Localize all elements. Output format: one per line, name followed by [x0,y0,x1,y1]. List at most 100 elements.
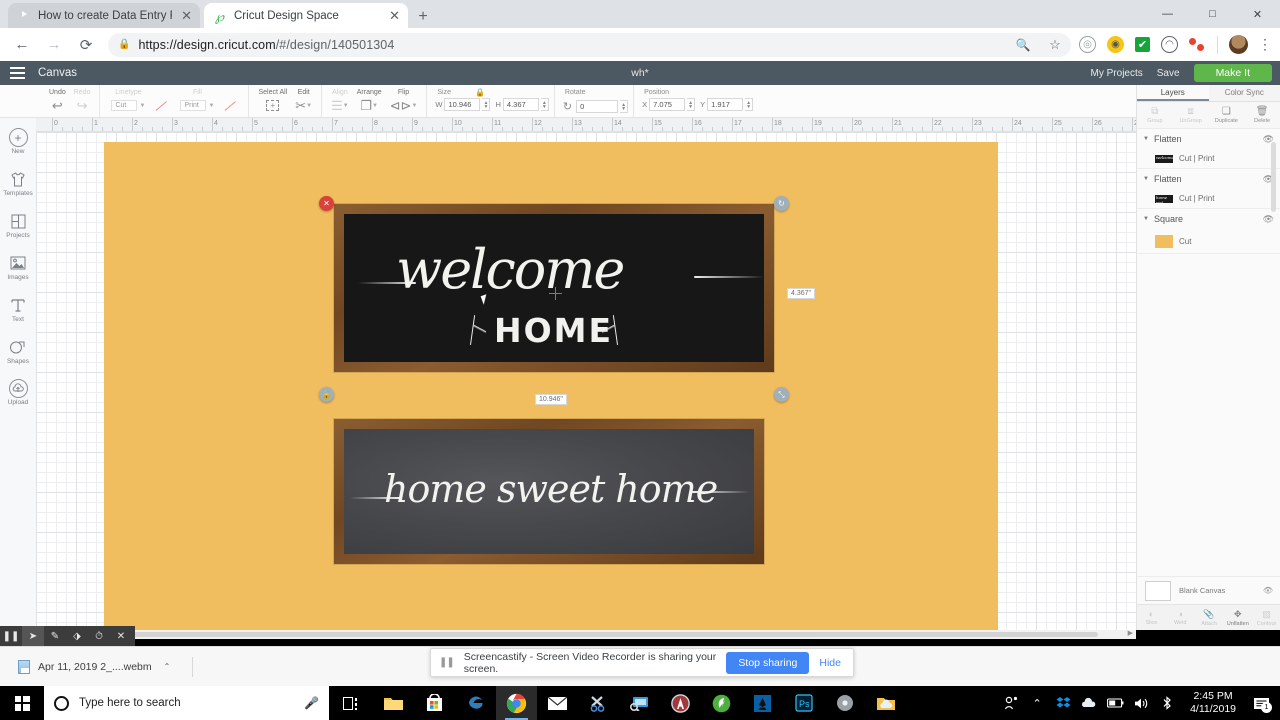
microsoft-store-icon[interactable] [414,686,455,720]
sidebar-item-shapes[interactable]: Shapes [0,323,36,365]
undo-button[interactable]: Undo ↩ [45,88,70,114]
fill-select[interactable]: Fill Print ▼ [174,88,220,114]
sidebar-item-projects[interactable]: Projects [0,197,36,239]
unflatten-button[interactable]: ✥ Unflatten [1223,605,1252,630]
chevron-up-icon[interactable]: ⌃ [164,662,171,671]
lock-handle[interactable]: 🔒 [319,387,334,402]
layer-group-header[interactable]: ▼ Square 👁 [1137,209,1280,229]
browser-tab-youtube[interactable]: How to create Data Entry Form in ✕ [8,3,200,28]
start-button[interactable] [0,686,44,720]
lock-aspect-icon[interactable]: 🔒 [475,88,485,97]
group-button[interactable]: ⧉ Group [1137,102,1173,128]
width-stepper[interactable]: ▲ ▼ [482,98,491,111]
eraser-button[interactable]: ⬗ [66,626,88,646]
reload-button[interactable]: ⟳ [70,30,102,60]
bluetooth-icon[interactable] [1154,686,1180,720]
sidebar-item-text[interactable]: Text [0,281,36,323]
sidebar-item-new[interactable]: + New [0,118,36,155]
extension-red-dots-icon[interactable] [1189,36,1206,53]
stop-sharing-button[interactable]: Stop sharing [726,651,810,674]
layer-group-header[interactable]: ▼ Flatten 👁 [1137,169,1280,189]
pen-button[interactable]: ✎ [44,626,66,646]
photoshop-icon[interactable]: Ps [783,686,824,720]
chevron-down-icon[interactable]: ▼ [1143,216,1149,222]
file-explorer-icon[interactable] [373,686,414,720]
address-bar[interactable]: 🔒 https://design.cricut.com/#/design/140… [108,32,1071,57]
eye-slash-icon[interactable]: 👁 [1263,586,1273,595]
layer-row[interactable]: welcome Cut | Print [1137,149,1280,168]
position-y-field[interactable]: Y 1.917 ▲ ▼ [700,98,754,111]
browser-tab-cricut[interactable]: ℘ Cricut Design Space ✕ [204,3,408,28]
battery-icon[interactable] [1102,686,1128,720]
star-icon[interactable]: ☆ [1045,35,1065,55]
arrange-button[interactable]: Arrange ❐ ▼ [353,88,386,114]
redo-button[interactable]: Redo ↪ [70,88,95,114]
delete-button[interactable]: 🗑 Delete [1244,102,1280,128]
scrollbar-thumb[interactable] [1271,142,1276,212]
duplicate-button[interactable]: ❏ Duplicate [1209,102,1245,128]
rotate-stepper[interactable]: ▲ ▼ [620,100,629,113]
extension-grey-icon[interactable]: ◎ [1079,36,1096,53]
layer-group-header[interactable]: ▼ Flatten 👁 [1137,129,1280,149]
cutting-mat[interactable]: welcome HOME ✕ ↻ 🔒 ⤡ 4.367" 10.946" home… [104,142,998,630]
save-button[interactable]: Save [1157,68,1180,79]
tab-color-sync[interactable]: Color Sync [1209,85,1280,101]
rotate-field[interactable]: 0 ▲ ▼ [576,100,629,113]
slice-button[interactable]: ◐ Slice [1137,605,1166,630]
chevron-down-icon[interactable]: ▼ [1143,176,1149,182]
dropbox-icon[interactable] [1050,686,1076,720]
mail-icon[interactable] [537,686,578,720]
forward-button[interactable]: → [38,30,70,60]
hide-button[interactable]: Hide [819,657,845,669]
onedrive-icon[interactable] [1076,686,1102,720]
task-view-button[interactable] [329,686,373,720]
weld-button[interactable]: ◑ Weld [1166,605,1195,630]
height-stepper[interactable]: ▲ ▼ [540,98,549,111]
blank-canvas-row[interactable]: Blank Canvas 👁 [1137,576,1280,604]
layer-row[interactable]: Cut [1137,229,1280,253]
extension-green-check-icon[interactable]: ✔ [1135,37,1150,52]
back-button[interactable]: ← [6,30,38,60]
position-y-stepper[interactable]: ▲ ▼ [745,98,754,111]
close-button[interactable]: ✕ [110,626,132,646]
attach-button[interactable]: 📎 Attach [1195,605,1224,630]
position-x-stepper[interactable]: ▲ ▼ [687,98,696,111]
extension-yellow-icon[interactable]: ◉ [1107,36,1124,53]
scroll-right-icon[interactable]: ▶ [1128,629,1133,637]
sidebar-item-upload[interactable]: Upload [0,365,36,406]
contour-button[interactable]: ▧ Contour [1252,605,1280,630]
width-field[interactable]: W 10.946 ▲ ▼ [435,98,491,111]
new-tab-button[interactable]: + [412,6,434,28]
hamburger-icon[interactable] [0,67,30,79]
canvas-hscrollbar[interactable]: ▶ [36,630,1136,639]
align-button[interactable]: Align ☰ ▼ [327,88,353,114]
search-input[interactable]: Type here to search 🎤 [44,686,329,720]
resize-handle[interactable]: ⤡ [774,387,789,402]
delete-handle[interactable]: ✕ [319,196,334,211]
select-all-button[interactable]: Select All + [254,88,291,114]
sidebar-item-images[interactable]: Images [0,239,36,281]
kebab-menu-icon[interactable]: ⋮ [1254,36,1280,53]
scrollbar-thumb[interactable] [38,632,1098,637]
tab-close-icon[interactable]: ✕ [389,9,400,22]
fill-swatch[interactable] [220,88,243,114]
tab-close-icon[interactable]: ✕ [181,9,192,22]
close-window-button[interactable]: ✕ [1235,0,1280,28]
home-sweet-home-sign[interactable]: home sweet home [334,419,764,564]
taskbar-clock[interactable]: 2:45 PM 4/11/2019 [1180,690,1246,716]
cricut-icon[interactable] [701,686,742,720]
download-item[interactable]: Apr 11, 2019 2_....webm ⌃ [0,656,194,677]
layer-row[interactable]: home swt Cut | Print [1137,189,1280,208]
edit-button[interactable]: Edit ✂ ▼ [291,88,316,114]
height-field[interactable]: H 4.367 ▲ ▼ [495,98,549,111]
maximize-button[interactable]: □ [1190,0,1235,28]
position-x-field[interactable]: X 7.075 ▲ ▼ [642,98,696,111]
search-icon[interactable]: 🔍 [1013,35,1033,55]
tab-layers[interactable]: Layers [1137,85,1209,101]
snipping-tool-icon[interactable] [578,686,619,720]
chrome-icon[interactable] [496,686,537,720]
remote-desktop-icon[interactable] [619,686,660,720]
my-projects-link[interactable]: My Projects [1091,68,1143,79]
avatar[interactable] [1229,35,1248,54]
ungroup-button[interactable]: ⧈ UnGroup [1173,102,1209,128]
